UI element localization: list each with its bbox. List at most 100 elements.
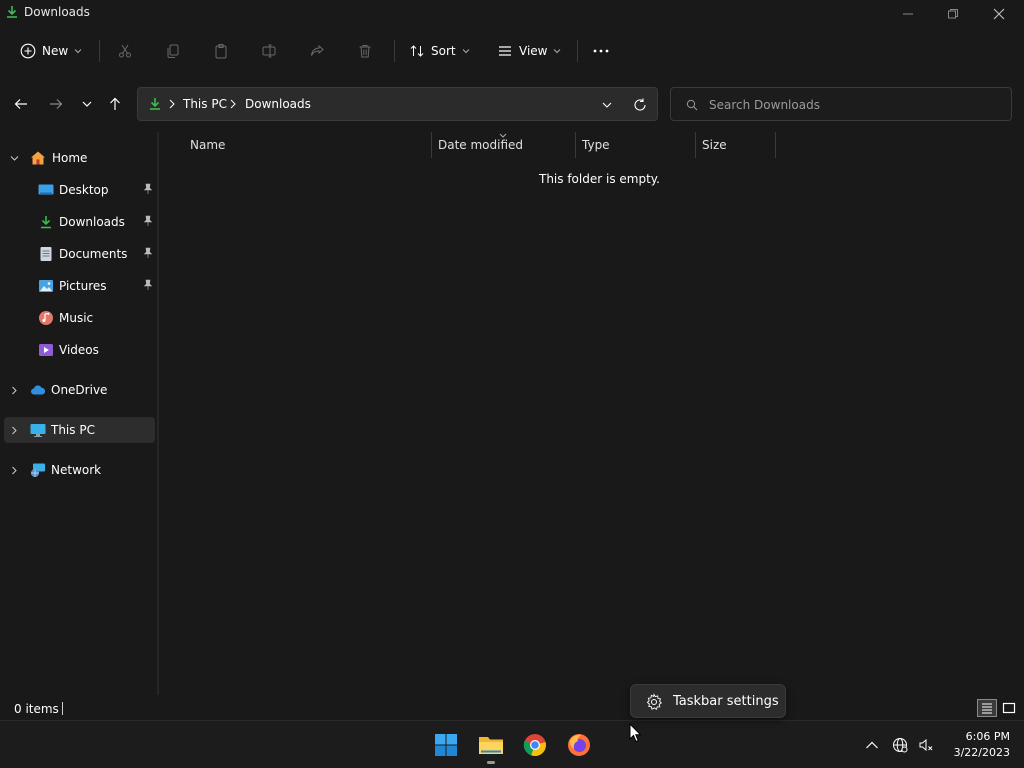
start-button[interactable] (432, 731, 460, 759)
recent-locations-button[interactable] (75, 92, 99, 116)
share-button[interactable] (309, 36, 325, 66)
address-bar[interactable]: This PC Downloads (137, 87, 658, 121)
sort-icon (410, 45, 424, 57)
sidebar-item-home[interactable]: Home (4, 145, 155, 171)
plus-circle-icon (20, 43, 36, 59)
sidebar-item-desktop[interactable]: Desktop (4, 177, 155, 203)
clock-date: 3/22/2023 (953, 746, 1010, 759)
chevron-right-icon (12, 466, 17, 475)
column-header-date-modified[interactable]: Date modified (438, 138, 523, 152)
sidebar-item-onedrive[interactable]: OneDrive (4, 377, 155, 403)
cut-button[interactable] (117, 36, 133, 66)
sidebar-item-documents[interactable]: Documents (4, 241, 155, 267)
video-icon (39, 344, 53, 356)
search-box[interactable] (670, 87, 1012, 121)
search-icon (686, 99, 698, 111)
taskbar-chrome[interactable] (521, 731, 549, 759)
sidebar-item-label: OneDrive (51, 383, 108, 397)
details-view-button[interactable] (977, 699, 997, 717)
toolbar-separator (99, 40, 100, 62)
sidebar-item-network[interactable]: Network (4, 457, 155, 483)
close-button[interactable] (976, 0, 1022, 28)
column-header-type[interactable]: Type (582, 138, 610, 152)
music-icon (39, 311, 53, 325)
taskbar-settings-label: Taskbar settings (673, 694, 779, 709)
view-button[interactable]: View (497, 36, 561, 66)
column-divider[interactable] (695, 132, 696, 158)
pane-divider[interactable] (157, 132, 159, 695)
close-icon (993, 8, 1005, 20)
minimize-button[interactable] (885, 0, 931, 28)
refresh-icon[interactable] (633, 98, 647, 112)
arrow-left-icon (14, 99, 27, 109)
pictures-icon (39, 280, 53, 292)
chevron-down-icon (74, 49, 82, 54)
rename-button[interactable] (261, 36, 277, 66)
gear-icon (646, 693, 663, 710)
view-list-icon (499, 46, 511, 56)
more-options-button[interactable] (592, 36, 610, 66)
breadcrumb-this-pc[interactable]: This PC (183, 97, 227, 111)
chevron-down-icon (462, 49, 469, 54)
address-row: This PC Downloads (0, 84, 1024, 124)
search-input[interactable] (709, 96, 999, 114)
column-divider[interactable] (575, 132, 576, 158)
sidebar-item-videos[interactable]: Videos (4, 337, 155, 363)
column-divider[interactable] (775, 132, 776, 158)
paste-button[interactable] (213, 36, 229, 66)
speaker-muted-icon (919, 738, 933, 752)
tiles-view-button[interactable] (999, 699, 1019, 717)
empty-folder-message: This folder is empty. (539, 172, 660, 186)
sidebar-item-pictures[interactable]: Pictures (4, 273, 155, 299)
chevron-down-icon[interactable] (601, 99, 613, 111)
computer-icon (30, 424, 46, 437)
clock[interactable]: 6:06 PM 3/22/2023 (944, 729, 1010, 761)
restore-button[interactable] (930, 0, 976, 28)
window-title: Downloads (24, 5, 90, 19)
command-bar: New Sort View (0, 30, 1024, 72)
breadcrumb-downloads[interactable]: Downloads (245, 97, 311, 111)
delete-button[interactable] (357, 36, 373, 66)
download-icon (41, 216, 51, 229)
rename-icon (262, 44, 276, 58)
file-list: Name Date modified Type Size This folder… (160, 132, 1024, 695)
taskbar-context-menu[interactable]: Taskbar settings (630, 684, 786, 718)
column-header-name[interactable]: Name (190, 138, 225, 152)
ellipsis-icon (593, 49, 609, 53)
clock-time: 6:06 PM (965, 730, 1010, 743)
back-button[interactable] (9, 92, 33, 116)
taskbar-firefox[interactable] (565, 731, 593, 759)
chevron-down-icon (10, 156, 19, 161)
sort-button[interactable]: Sort (409, 36, 470, 66)
sidebar-item-downloads[interactable]: Downloads (4, 209, 155, 235)
tiles-view-icon (1002, 702, 1016, 714)
minimize-icon (903, 13, 913, 15)
sidebar-item-this-pc[interactable]: This PC (4, 417, 155, 443)
details-view-icon (982, 703, 992, 714)
cloud-icon (31, 385, 46, 395)
trash-icon (359, 45, 371, 58)
column-divider[interactable] (431, 132, 432, 158)
forward-button[interactable] (44, 92, 68, 116)
sidebar-item-label: Network (51, 463, 102, 477)
column-header-size[interactable]: Size (702, 138, 727, 152)
chevron-right-icon (12, 386, 17, 395)
new-button[interactable]: New (20, 36, 82, 66)
sidebar-item-label: This PC (51, 423, 95, 437)
show-hidden-icons-button[interactable] (862, 735, 882, 755)
taskbar-file-explorer[interactable] (477, 731, 505, 759)
firefox-icon (568, 734, 590, 756)
sidebar-item-label: Pictures (59, 279, 107, 293)
volume-button[interactable] (916, 735, 936, 755)
sidebar-item-music[interactable]: Music (4, 305, 155, 331)
up-button[interactable] (103, 92, 127, 116)
copy-button[interactable] (165, 36, 181, 66)
network-status-button[interactable] (890, 735, 910, 755)
new-label: New (42, 44, 69, 58)
download-icon (150, 98, 160, 110)
document-icon (40, 247, 52, 261)
download-icon (7, 6, 17, 18)
pin-icon (143, 279, 153, 290)
chevron-down-icon (82, 101, 92, 107)
chevron-down-icon (554, 49, 561, 54)
